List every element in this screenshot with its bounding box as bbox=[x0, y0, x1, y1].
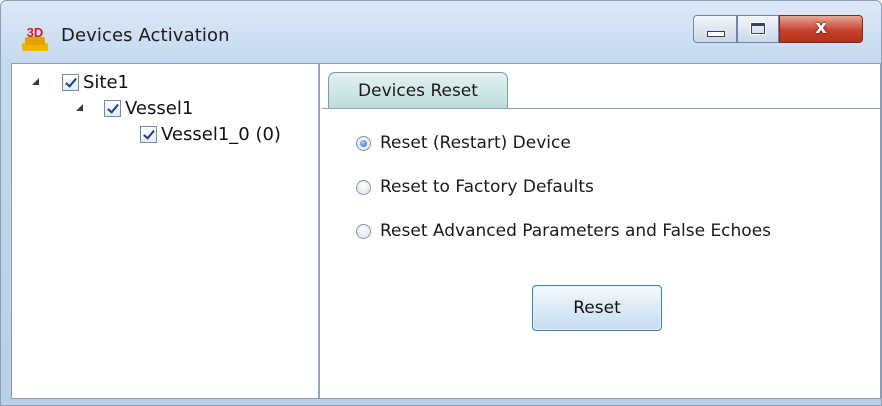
tab-label: Devices Reset bbox=[358, 81, 478, 101]
reset-button-label: Reset bbox=[573, 298, 621, 318]
radio-button-selected[interactable] bbox=[356, 136, 371, 151]
tab-devices-reset[interactable]: Devices Reset bbox=[328, 72, 508, 108]
close-icon: x bbox=[815, 17, 827, 38]
vessel1-0-checkbox[interactable] bbox=[140, 126, 157, 143]
device-tree[interactable]: Site1 Vessel1 Vessel1_0 (0) bbox=[12, 64, 320, 398]
devices-activation-window: 3D Devices Activation x Site1 Vessel1 Ve… bbox=[0, 0, 882, 406]
radio-label: Reset (Restart) Device bbox=[380, 133, 571, 153]
maximize-icon bbox=[750, 22, 766, 35]
client-area: Site1 Vessel1 Vessel1_0 (0) Devices Rese… bbox=[11, 63, 881, 399]
tree-item-label: Vessel1_0 (0) bbox=[161, 124, 281, 145]
radio-label: Reset Advanced Parameters and False Echo… bbox=[380, 221, 772, 241]
site1-checkbox[interactable] bbox=[62, 74, 79, 91]
expand-arrow-icon[interactable] bbox=[32, 78, 39, 85]
devices-reset-panel: Reset (Restart) Device Reset to Factory … bbox=[322, 108, 880, 398]
tree-item-label: Vessel1 bbox=[125, 98, 194, 119]
window-title: Devices Activation bbox=[61, 25, 230, 46]
vessel1-checkbox[interactable] bbox=[104, 100, 121, 117]
radio-button[interactable] bbox=[356, 224, 371, 239]
radio-button[interactable] bbox=[356, 180, 371, 195]
title-bar[interactable]: 3D Devices Activation x bbox=[1, 1, 881, 61]
tree-item-site1[interactable]: Site1 bbox=[12, 72, 312, 96]
tree-item-vessel1-0[interactable]: Vessel1_0 (0) bbox=[12, 124, 312, 148]
svg-text:3D: 3D bbox=[27, 25, 44, 40]
radio-label: Reset to Factory Defaults bbox=[380, 177, 594, 197]
minimize-icon bbox=[707, 31, 725, 37]
maximize-button[interactable] bbox=[737, 15, 779, 43]
expand-arrow-icon[interactable] bbox=[76, 104, 83, 111]
tree-item-vessel1[interactable]: Vessel1 bbox=[12, 98, 312, 122]
close-button[interactable]: x bbox=[779, 15, 863, 43]
window-controls: x bbox=[693, 15, 875, 47]
app-3d-icon: 3D bbox=[22, 25, 48, 51]
minimize-button[interactable] bbox=[693, 15, 737, 43]
tree-item-label: Site1 bbox=[83, 72, 130, 93]
reset-button[interactable]: Reset bbox=[532, 285, 662, 331]
